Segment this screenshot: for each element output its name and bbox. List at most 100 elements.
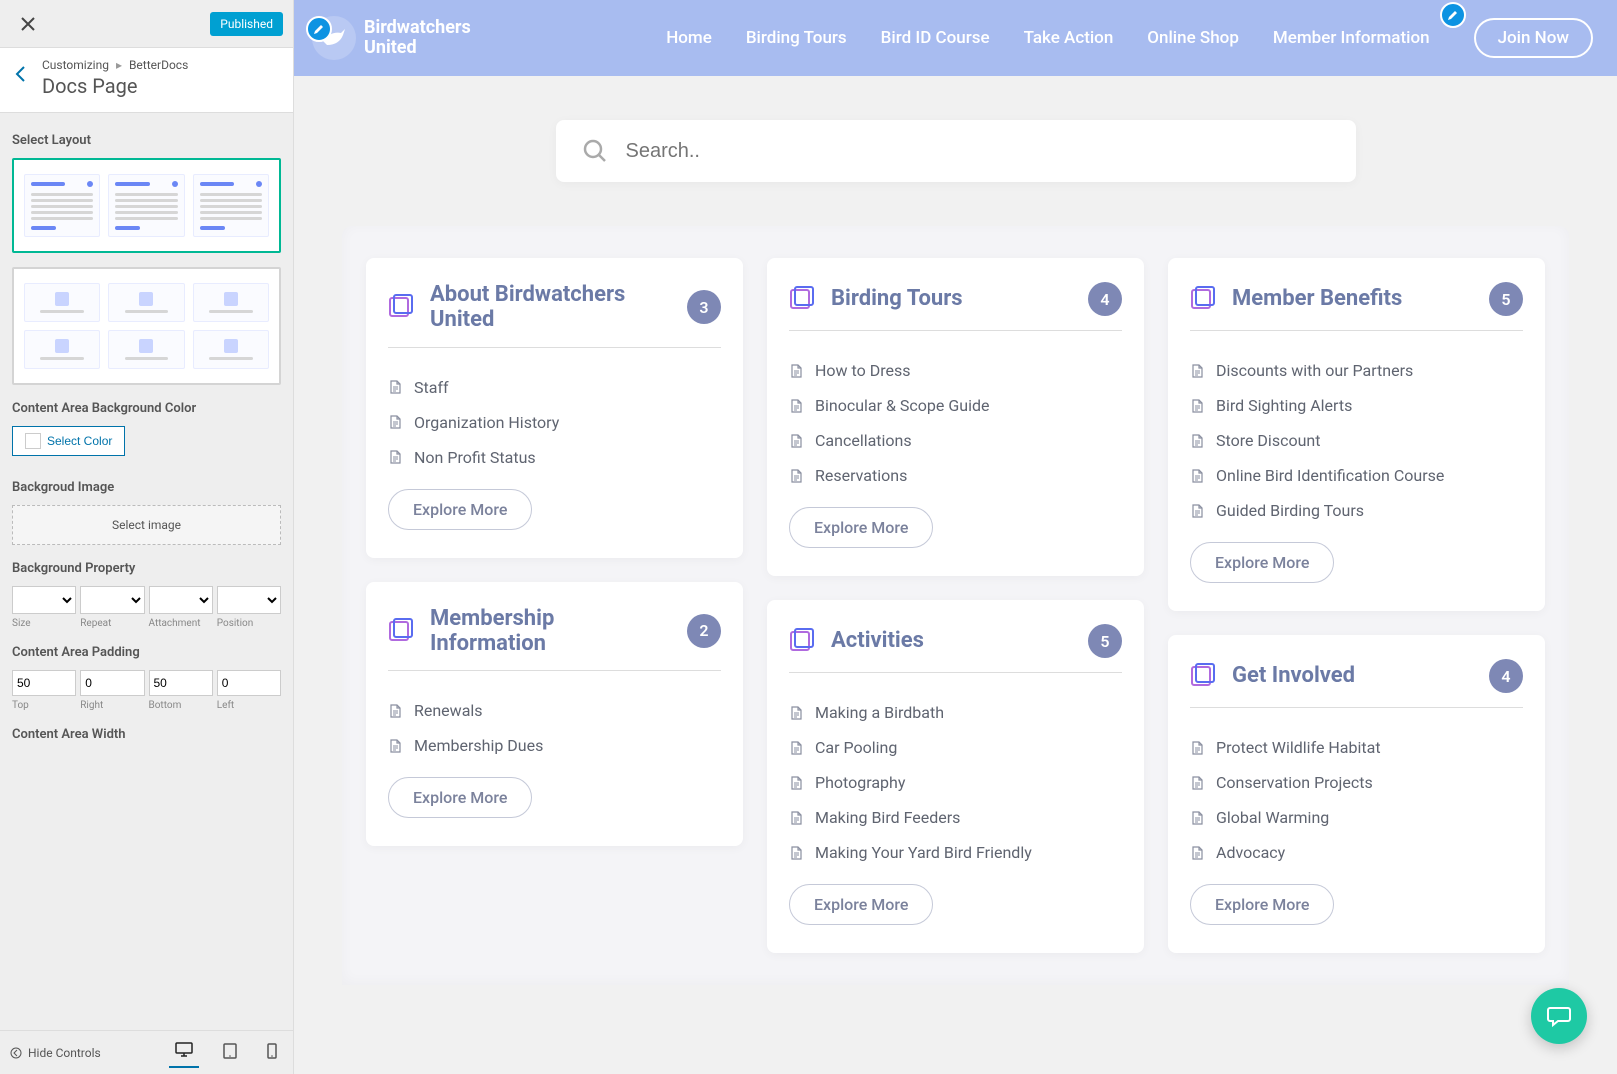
page-title: Docs Page	[42, 74, 279, 98]
bg-size-select[interactable]	[12, 586, 76, 614]
nav-member[interactable]: Member Information	[1273, 28, 1430, 48]
brand-text: Birdwatchers United	[364, 18, 471, 58]
breadcrumb-section[interactable]: BetterDocs	[129, 58, 188, 72]
padding-left-input[interactable]	[217, 670, 281, 696]
search-input[interactable]	[626, 140, 1330, 163]
doc-list-item[interactable]: Global Warming	[1190, 800, 1523, 835]
doc-list-item[interactable]: Advocacy	[1190, 835, 1523, 870]
back-button[interactable]	[14, 58, 42, 88]
card-title[interactable]: Activities	[831, 628, 1072, 653]
breadcrumb-card: Customizing ▸ BetterDocs Docs Page	[0, 48, 293, 113]
join-button[interactable]: Join Now	[1474, 18, 1593, 58]
nav-course[interactable]: Bird ID Course	[881, 28, 990, 48]
file-icon	[1190, 469, 1204, 483]
pad-right-label: Right	[80, 700, 144, 711]
doc-list-item[interactable]: Staff	[388, 370, 721, 405]
nav-shop[interactable]: Online Shop	[1147, 28, 1239, 48]
doc-list-item[interactable]: How to Dress	[789, 353, 1122, 388]
card-title[interactable]: Birding Tours	[831, 286, 1072, 311]
doc-list-item[interactable]: Guided Birding Tours	[1190, 493, 1523, 528]
nav-action[interactable]: Take Action	[1024, 28, 1114, 48]
logo[interactable]: Birdwatchers United	[312, 16, 471, 60]
explore-button[interactable]: Explore More	[789, 507, 933, 548]
select-image-button[interactable]: Select image	[12, 505, 281, 545]
file-icon	[789, 469, 803, 483]
edit-shortcut-menu[interactable]	[1440, 2, 1466, 28]
card-count: 5	[1489, 282, 1523, 316]
doc-list-item[interactable]: Reservations	[789, 458, 1122, 493]
bg-image-label: Backgroud Image	[12, 480, 281, 495]
customizer-sidebar: Published Customizing ▸ BetterDocs Docs …	[0, 0, 294, 1074]
file-icon	[789, 364, 803, 378]
card-title[interactable]: Get Involved	[1232, 663, 1473, 688]
chat-fab[interactable]	[1531, 988, 1587, 1044]
search-icon	[582, 138, 608, 164]
card-title[interactable]: About Birdwatchers United	[430, 282, 671, 333]
doc-list-item[interactable]: Making Your Yard Bird Friendly	[789, 835, 1122, 870]
doc-list-item[interactable]: Bird Sighting Alerts	[1190, 388, 1523, 423]
padding-right-input[interactable]	[80, 670, 144, 696]
bg-attachment-select[interactable]	[149, 586, 213, 614]
mobile-icon	[267, 1043, 277, 1059]
close-button[interactable]	[10, 6, 46, 42]
select-layout-label: Select Layout	[12, 133, 281, 148]
card-count: 5	[1088, 624, 1122, 658]
doc-list-item[interactable]: Conservation Projects	[1190, 765, 1523, 800]
file-icon	[388, 704, 402, 718]
explore-button[interactable]: Explore More	[1190, 884, 1334, 925]
padding-top-input[interactable]	[12, 670, 76, 696]
nav-home[interactable]: Home	[666, 28, 712, 48]
doc-list-item[interactable]: Protect Wildlife Habitat	[1190, 730, 1523, 765]
doc-list-item[interactable]: Renewals	[388, 693, 721, 728]
doc-list-item[interactable]: Store Discount	[1190, 423, 1523, 458]
padding-bottom-input[interactable]	[149, 670, 213, 696]
device-mobile-button[interactable]	[261, 1039, 283, 1067]
doc-list-item[interactable]: Membership Dues	[388, 728, 721, 763]
card-activities: Activities 5 Making a BirdbathCar Poolin…	[767, 600, 1144, 953]
card-tours: Birding Tours 4 How to DressBinocular & …	[767, 258, 1144, 576]
card-benefits: Member Benefits 5 Discounts with our Par…	[1168, 258, 1545, 611]
pad-top-label: Top	[12, 700, 76, 711]
category-icon	[388, 294, 414, 320]
edit-shortcut-logo[interactable]	[306, 16, 332, 42]
card-membership: Membership Information 2 RenewalsMembers…	[366, 582, 743, 847]
tablet-icon	[223, 1043, 237, 1059]
category-icon	[1190, 663, 1216, 689]
hide-controls-button[interactable]: Hide Controls	[10, 1046, 151, 1060]
search-box[interactable]	[556, 120, 1356, 182]
breadcrumb-root: Customizing	[42, 58, 109, 72]
nav-tours[interactable]: Birding Tours	[746, 28, 847, 48]
device-desktop-button[interactable]	[169, 1038, 199, 1068]
prop-attachment-label: Attachment	[149, 618, 213, 629]
bg-repeat-select[interactable]	[80, 586, 144, 614]
select-color-button[interactable]: Select Color	[12, 426, 125, 456]
file-icon	[1190, 846, 1204, 860]
explore-button[interactable]: Explore More	[1190, 542, 1334, 583]
explore-button[interactable]: Explore More	[388, 489, 532, 530]
doc-list-item[interactable]: Making a Birdbath	[789, 695, 1122, 730]
device-tablet-button[interactable]	[217, 1039, 243, 1067]
doc-list-item[interactable]: Online Bird Identification Course	[1190, 458, 1523, 493]
card-count: 4	[1489, 659, 1523, 693]
breadcrumb-separator: ▸	[116, 58, 122, 72]
doc-list-item[interactable]: Organization History	[388, 405, 721, 440]
doc-list-item[interactable]: Binocular & Scope Guide	[789, 388, 1122, 423]
layout-option-2[interactable]	[12, 267, 281, 385]
doc-list-item[interactable]: Making Bird Feeders	[789, 800, 1122, 835]
doc-list-item[interactable]: Photography	[789, 765, 1122, 800]
explore-button[interactable]: Explore More	[789, 884, 933, 925]
doc-list-item[interactable]: Discounts with our Partners	[1190, 353, 1523, 388]
category-icon	[388, 618, 414, 644]
explore-button[interactable]: Explore More	[388, 777, 532, 818]
publish-status-badge[interactable]: Published	[210, 12, 283, 36]
layout-option-1[interactable]	[12, 158, 281, 253]
file-icon	[1190, 741, 1204, 755]
doc-list-item[interactable]: Non Profit Status	[388, 440, 721, 475]
doc-list-item[interactable]: Car Pooling	[789, 730, 1122, 765]
card-title[interactable]: Member Benefits	[1232, 286, 1473, 311]
bg-position-select[interactable]	[217, 586, 281, 614]
file-icon	[789, 846, 803, 860]
site-header: Birdwatchers United Home Birding Tours B…	[294, 0, 1617, 76]
doc-list-item[interactable]: Cancellations	[789, 423, 1122, 458]
card-title[interactable]: Membership Information	[430, 606, 671, 657]
